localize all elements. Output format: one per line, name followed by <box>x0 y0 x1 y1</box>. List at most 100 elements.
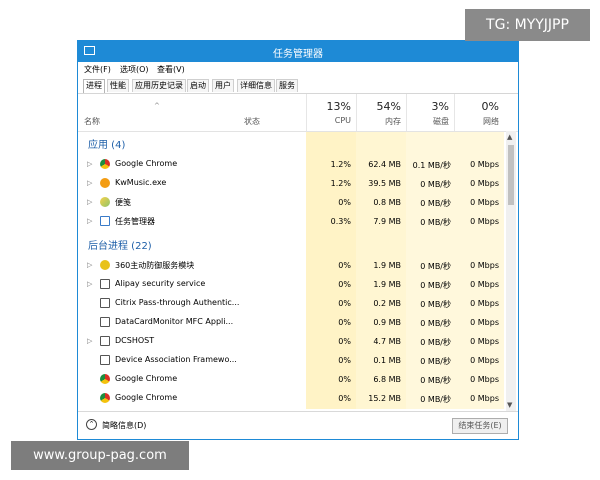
table-row[interactable]: Device Association Framewo... 0% 0.1 MB … <box>78 351 506 370</box>
table-row[interactable]: ▷ KwMusic.exe 1.2% 39.5 MB 0 MB/秒 0 Mbps <box>78 174 506 193</box>
memory-value: 6.8 MB <box>373 375 401 384</box>
network-value: 0 Mbps <box>470 179 499 188</box>
column-cpu[interactable]: 13% CPU <box>306 94 356 131</box>
disk-label: 磁盘 <box>433 117 449 126</box>
process-list: 应用 (4) ▷ Google Chrome 1.2% 62.4 MB 0.1 … <box>78 132 506 409</box>
url-watermark: www.group-pag.com <box>11 441 189 470</box>
cpu-value: 1.2% <box>330 179 351 188</box>
tab-startup[interactable]: 启动 <box>187 79 209 92</box>
tab-details[interactable]: 详细信息 <box>237 79 275 92</box>
collapse-icon[interactable]: ⌃ <box>86 419 97 430</box>
menu-options[interactable]: 选项(O) <box>120 64 149 75</box>
cpu-percent: 13% <box>326 100 351 113</box>
column-name[interactable]: 名称 <box>84 116 100 127</box>
scroll-thumb[interactable] <box>508 145 514 205</box>
column-status[interactable]: 状态 <box>244 116 260 127</box>
disk-value: 0 MB/秒 <box>420 319 451 328</box>
expand-icon[interactable]: ▷ <box>87 261 92 269</box>
table-row[interactable]: Google Chrome 0% 15.2 MB 0 MB/秒 0 Mbps <box>78 389 506 408</box>
process-name: DataCardMonitor MFC Appli... <box>115 317 234 326</box>
network-value: 0 Mbps <box>470 198 499 207</box>
cpu-value: 0% <box>338 299 351 308</box>
column-disk[interactable]: 3% 磁盘 <box>406 94 454 131</box>
memory-value: 4.7 MB <box>373 337 401 346</box>
tab-app-history[interactable]: 应用历史记录 <box>132 79 186 92</box>
table-row[interactable]: ▷ Google Chrome 1.2% 62.4 MB 0.1 MB/秒 0 … <box>78 155 506 174</box>
service-icon <box>100 355 110 365</box>
network-value: 0 Mbps <box>470 261 499 270</box>
process-name: Device Association Framewo... <box>115 355 237 364</box>
tg-watermark: TG: MYYJJPP <box>465 9 590 41</box>
service-icon <box>100 317 110 327</box>
table-row[interactable]: ▷ 360主动防御服务模块 0% 1.9 MB 0 MB/秒 0 Mbps <box>78 256 506 275</box>
cpu-value: 0% <box>338 318 351 327</box>
360-icon <box>100 260 110 270</box>
end-task-button[interactable]: 结束任务(E) <box>452 418 508 434</box>
chrome-icon <box>100 159 110 169</box>
table-row[interactable]: Google Chrome 0% 6.8 MB 0 MB/秒 0 Mbps <box>78 370 506 389</box>
disk-value: 0 MB/秒 <box>420 357 451 366</box>
disk-value: 0 MB/秒 <box>420 281 451 290</box>
scroll-down-icon[interactable]: ▼ <box>507 401 512 409</box>
window-title: 任务管理器 <box>273 49 323 60</box>
cpu-value: 0% <box>338 356 351 365</box>
expand-icon[interactable]: ▷ <box>87 217 92 225</box>
process-name: 便笺 <box>115 198 131 207</box>
disk-value: 0 MB/秒 <box>420 262 451 271</box>
chrome-icon <box>100 374 110 384</box>
title-bar[interactable]: 任务管理器 <box>78 41 518 62</box>
menu-file[interactable]: 文件(F) <box>84 64 111 75</box>
footer-bar: ⌃ 简略信息(D) 结束任务(E) <box>78 411 518 439</box>
table-row[interactable]: ▷ 任务管理器 0.3% 7.9 MB 0 MB/秒 0 Mbps <box>78 212 506 231</box>
table-row[interactable]: ▷ Alipay security service 0% 1.9 MB 0 MB… <box>78 275 506 294</box>
disk-value: 0 MB/秒 <box>420 218 451 227</box>
table-row[interactable]: Citrix Pass-through Authentic... 0% 0.2 … <box>78 294 506 313</box>
tab-services[interactable]: 服务 <box>276 79 298 92</box>
memory-value: 15.2 MB <box>368 394 401 403</box>
tab-performance[interactable]: 性能 <box>107 79 129 92</box>
memory-label: 内存 <box>385 117 401 126</box>
chrome-icon <box>100 393 110 403</box>
vertical-scrollbar[interactable]: ▲ ▼ <box>506 131 516 411</box>
network-value: 0 Mbps <box>470 217 499 226</box>
process-name: Google Chrome <box>115 374 178 383</box>
menu-view[interactable]: 查看(V) <box>157 64 185 75</box>
process-name: Alipay security service <box>115 279 206 288</box>
memory-value: 62.4 MB <box>368 160 401 169</box>
cpu-value: 0% <box>338 280 351 289</box>
table-row[interactable]: DataCardMonitor MFC Appli... 0% 0.9 MB 0… <box>78 313 506 332</box>
memory-value: 0.9 MB <box>373 318 401 327</box>
tab-users[interactable]: 用户 <box>212 79 234 92</box>
cpu-value: 1.2% <box>330 160 351 169</box>
process-name: KwMusic.exe <box>115 178 167 187</box>
table-row[interactable]: ▷ 便笺 0% 0.8 MB 0 MB/秒 0 Mbps <box>78 193 506 212</box>
expand-icon[interactable]: ▷ <box>87 337 92 345</box>
scroll-up-icon[interactable]: ▲ <box>507 133 512 141</box>
disk-value: 0 MB/秒 <box>420 300 451 309</box>
memory-percent: 54% <box>376 100 401 113</box>
network-value: 0 Mbps <box>470 299 499 308</box>
expand-icon[interactable]: ▷ <box>87 160 92 168</box>
memory-value: 7.9 MB <box>373 217 401 226</box>
cpu-value: 0% <box>338 261 351 270</box>
process-name: 360主动防御服务模块 <box>115 261 195 270</box>
tab-processes[interactable]: 进程 <box>83 79 105 93</box>
process-name: Citrix Pass-through Authentic... <box>115 298 240 307</box>
process-name: DCSHOST <box>115 336 155 345</box>
column-network[interactable]: 0% 网络 <box>454 94 504 131</box>
expand-icon[interactable]: ▷ <box>87 280 92 288</box>
disk-value: 0.1 MB/秒 <box>412 161 451 170</box>
process-name: 任务管理器 <box>115 217 155 226</box>
network-value: 0 Mbps <box>470 337 499 346</box>
sticky-notes-icon <box>100 197 110 207</box>
cpu-label: CPU <box>334 116 351 125</box>
fewer-details-link[interactable]: 简略信息(D) <box>102 420 146 431</box>
sort-arrow-icon: ^ <box>154 102 160 110</box>
network-value: 0 Mbps <box>470 356 499 365</box>
network-value: 0 Mbps <box>470 318 499 327</box>
column-memory[interactable]: 54% 内存 <box>356 94 406 131</box>
expand-icon[interactable]: ▷ <box>87 198 92 206</box>
expand-icon[interactable]: ▷ <box>87 179 92 187</box>
table-row[interactable]: ▷ DCSHOST 0% 4.7 MB 0 MB/秒 0 Mbps <box>78 332 506 351</box>
network-value: 0 Mbps <box>470 394 499 403</box>
